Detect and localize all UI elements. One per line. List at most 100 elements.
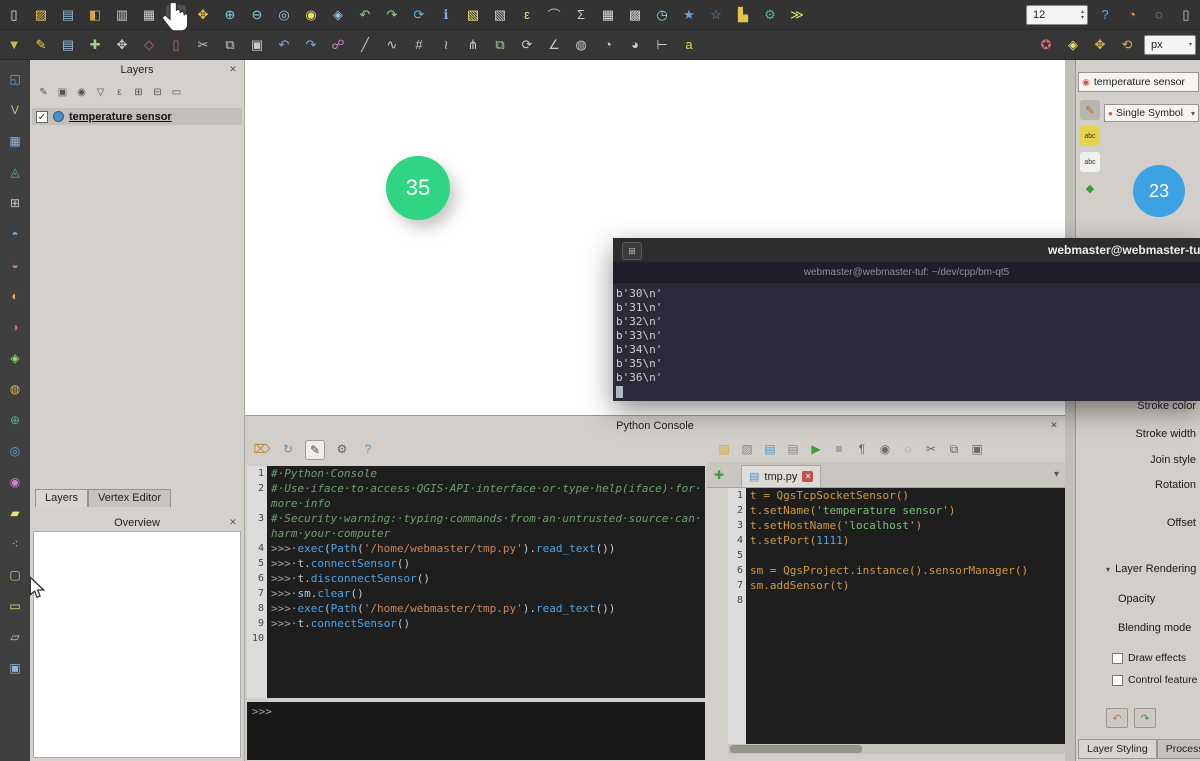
tab-processing[interactable]: Processing <box>1157 739 1200 759</box>
add-xyz-layer[interactable]: ⊕ <box>6 411 24 429</box>
delete-selected[interactable]: ▯ <box>166 35 186 55</box>
cut-features[interactable]: ✂ <box>193 35 213 55</box>
layer-labeling-options[interactable]: a <box>679 35 699 55</box>
styling-layer-selector[interactable]: ◉ temperature sensor <box>1078 72 1199 92</box>
copy[interactable]: ⧉ <box>945 440 963 458</box>
font-size-combo[interactable]: 12 ▴▾ <box>1026 5 1088 25</box>
project-open[interactable]: ▨ <box>31 5 51 25</box>
draw-effects-checkbox[interactable] <box>1112 653 1123 664</box>
feature-order-checkbox[interactable] <box>1112 675 1123 686</box>
close-icon[interactable]: ✕ <box>1048 420 1060 431</box>
terminal-body[interactable]: b'30\n'b'31\n'b'32\n'b'33\n'b'34\n'b'35\… <box>613 283 1200 401</box>
toggle-editing[interactable]: ✎ <box>31 35 51 55</box>
layer-item-temperature-sensor[interactable]: ✓ temperature sensor <box>32 108 242 125</box>
measure-line[interactable]: ⌒ <box>544 5 564 25</box>
layer-visibility-checkbox[interactable]: ✓ <box>36 111 48 123</box>
pan-map[interactable]: ✥ <box>166 5 186 25</box>
reshape-features[interactable]: ≀ <box>436 35 456 55</box>
add-point-cloud-layer[interactable]: ⁖ <box>6 535 24 553</box>
add-virtual-layer[interactable]: ◈ <box>6 349 24 367</box>
symbology-tab[interactable]: ✎ <box>1080 100 1100 120</box>
add-vector-tile-layer[interactable]: ▰ <box>6 504 24 522</box>
refresh-map[interactable]: ⟳ <box>409 5 429 25</box>
filter-legend[interactable]: ▽ <box>93 85 108 100</box>
editor-hscrollbar[interactable] <box>728 744 1065 754</box>
paste-features[interactable]: ▣ <box>247 35 267 55</box>
tab-layers[interactable]: Layers <box>35 489 88 507</box>
project-new[interactable]: ▯ <box>4 5 24 25</box>
advanced-digitizing[interactable]: # <box>409 35 429 55</box>
save-layer-edits[interactable]: ▤ <box>58 35 78 55</box>
filter-by-expression[interactable]: ε <box>112 85 127 100</box>
open-data-source-manager[interactable]: ◱ <box>6 70 24 88</box>
terminal-titlebar[interactable]: ⊞ webmaster@webmaster-tuf <box>613 238 1200 262</box>
open-layer-styling[interactable]: ✎ <box>36 85 51 100</box>
remove-layer[interactable]: ▭ <box>169 85 184 100</box>
diagrams-tab[interactable]: ◆ <box>1080 178 1100 198</box>
zoom-out[interactable]: ⊖ <box>247 5 267 25</box>
stream-digitizing[interactable]: ∿ <box>382 35 402 55</box>
spinner-arrows-icon[interactable]: ▴▾ <box>1081 9 1084 21</box>
layer-rendering-group[interactable]: ▾ Layer Rendering <box>1106 563 1196 575</box>
add-mesh-layer[interactable]: ◬ <box>6 163 24 181</box>
new-bookmark[interactable]: ★ <box>679 5 699 25</box>
add-point-feature[interactable]: ✚ <box>85 35 105 55</box>
field-calculator[interactable]: ▩ <box>625 5 645 25</box>
move-label[interactable]: ✥ <box>1090 35 1110 55</box>
show-bookmarks[interactable]: ☆ <box>706 5 726 25</box>
tab-layer-styling[interactable]: Layer Styling <box>1078 739 1157 759</box>
plugins[interactable]: ⚙ <box>760 5 780 25</box>
unit-combo[interactable]: px ▾ <box>1144 35 1196 55</box>
caret-down-icon[interactable]: ▾ <box>1189 42 1192 48</box>
manage-map-themes[interactable]: ◉ <box>74 85 89 100</box>
current-edits[interactable]: ▼ <box>4 35 24 55</box>
tab-vertex-editor[interactable]: Vertex Editor <box>88 489 171 507</box>
tab-list-caret-icon[interactable]: ▾ <box>1054 469 1059 480</box>
console-input[interactable]: >>> <box>247 702 705 760</box>
add-wfs-layer[interactable]: ◎ <box>6 442 24 460</box>
highlight-pinned-labels[interactable]: ◈ <box>1063 35 1083 55</box>
find-text[interactable]: ◌ <box>899 440 917 458</box>
new-shapefile-layer[interactable]: ▭ <box>6 597 24 615</box>
fill-ring[interactable]: ◕ <box>625 35 645 55</box>
undo[interactable]: ↶ <box>274 35 294 55</box>
options[interactable]: ⚙ <box>333 440 351 458</box>
osm-place-search[interactable]: ◌ <box>1149 5 1169 25</box>
open-in-external-editor[interactable]: ▨ <box>738 440 756 458</box>
add-mssql-layer[interactable]: ◐ <box>6 287 24 305</box>
attributes-table[interactable]: ▦ <box>598 5 618 25</box>
expand-all[interactable]: ⊞ <box>131 85 146 100</box>
data-source-manager[interactable]: ▙ <box>733 5 753 25</box>
add-delimited-text-layer[interactable]: ⊞ <box>6 194 24 212</box>
trim-extend[interactable]: ⊢ <box>652 35 672 55</box>
close-tab-icon[interactable]: ✕ <box>802 471 813 482</box>
pin-labels[interactable]: ✪ <box>1036 35 1056 55</box>
dock-splitter[interactable] <box>1065 60 1075 761</box>
redo[interactable]: ↷ <box>301 35 321 55</box>
add-vector-layer[interactable]: V <box>6 101 24 119</box>
undo-icon[interactable]: ↶ <box>1106 708 1128 728</box>
collapse-all[interactable]: ⊟ <box>150 85 165 100</box>
terminal-menu-icon[interactable]: ⊞ <box>622 242 642 260</box>
zoom-in[interactable]: ⊕ <box>220 5 240 25</box>
rotate-feature[interactable]: ⟳ <box>517 35 537 55</box>
renderer-combo[interactable]: ● Single Symbol ▾ <box>1104 104 1199 122</box>
split-features[interactable]: ⋔ <box>463 35 483 55</box>
identify-features[interactable]: ℹ <box>436 5 456 25</box>
rotate-label[interactable]: ⟲ <box>1117 35 1137 55</box>
add-postgis-layer[interactable]: ◓ <box>6 225 24 243</box>
zoom-to-layer[interactable]: ◈ <box>328 5 348 25</box>
zoom-to-selection[interactable]: ◉ <box>301 5 321 25</box>
run-script[interactable]: ▶ <box>807 440 825 458</box>
select-by-expression[interactable]: ε <box>517 5 537 25</box>
format-code[interactable]: ¶ <box>853 440 871 458</box>
new-virtual-layer[interactable]: ▣ <box>6 659 24 677</box>
zoom-full[interactable]: ◎ <box>274 5 294 25</box>
new-print-layout[interactable]: ▥ <box>112 5 132 25</box>
python-console-toggle[interactable]: ≫ <box>787 5 807 25</box>
paste[interactable]: ▣ <box>968 440 986 458</box>
add-spatialite-layer[interactable]: ◒ <box>6 256 24 274</box>
project-save[interactable]: ▤ <box>58 5 78 25</box>
object-inspector[interactable]: ◉ <box>876 440 894 458</box>
toggle-comment[interactable]: ≡ <box>830 440 848 458</box>
